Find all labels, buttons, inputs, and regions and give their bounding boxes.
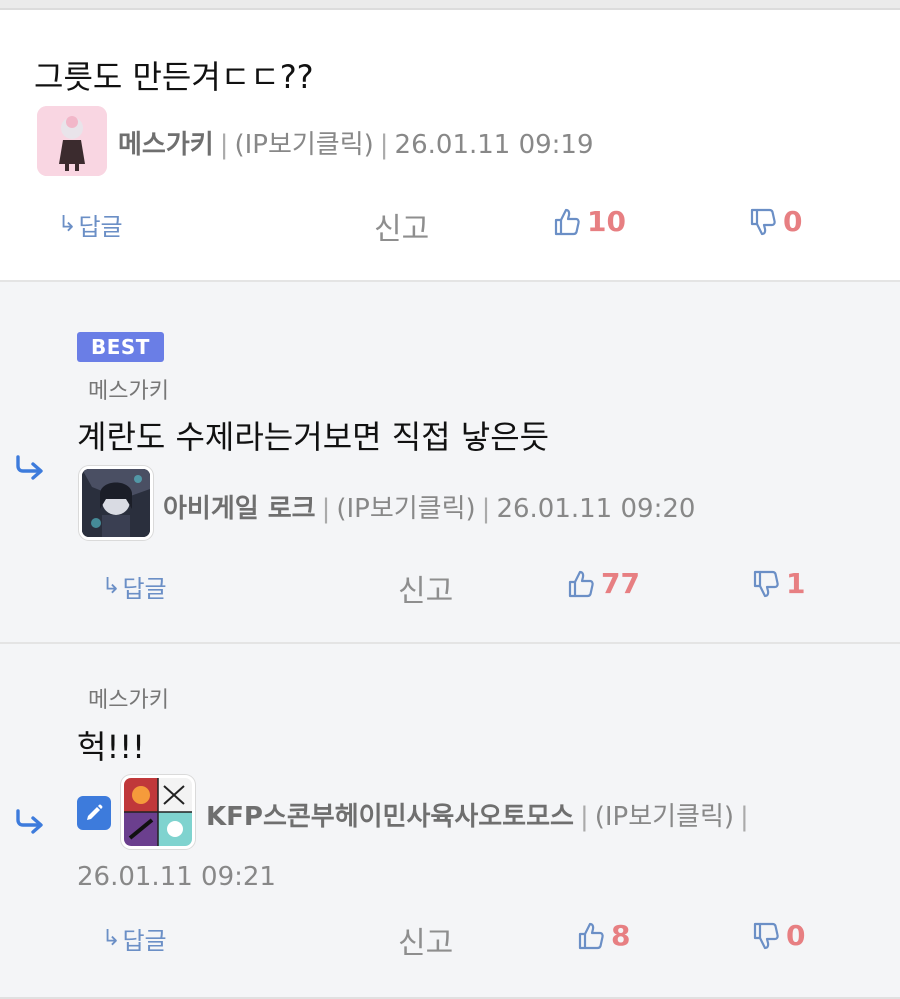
thumbs-up-icon: [568, 570, 594, 597]
reply-arrow-icon: ↳: [102, 574, 121, 599]
author-nickname[interactable]: KFP스콘부헤이민사육사오토모스: [206, 802, 574, 832]
comment-text: 계란도 수제라는거보면 직접 낳은듯: [77, 418, 550, 456]
separator: |: [321, 494, 331, 524]
comment-meta: KFP스콘부헤이민사육사오토모스 | (IP보기클릭) |: [206, 796, 755, 833]
reply-arrow-icon: ↳: [58, 212, 77, 237]
comment-text: 그릇도 만든겨ㄷㄷ??: [34, 58, 314, 96]
author-nickname[interactable]: 메스가키: [118, 130, 214, 160]
comment-meta: 아비게일 로크 | (IP보기클릭) | 26.01.11 09:20: [163, 488, 695, 525]
thumbs-down-icon: [750, 208, 776, 235]
ip-link[interactable]: (IP보기클릭): [595, 802, 734, 832]
like-button[interactable]: 8: [577, 919, 630, 952]
reply-indent-icon: [16, 455, 43, 480]
like-count: 77: [601, 567, 640, 600]
thumbs-down-icon: [753, 922, 779, 949]
avatar-image: [124, 778, 192, 846]
top-divider: [0, 0, 900, 10]
separator: |: [219, 130, 229, 160]
dislike-button[interactable]: 0: [749, 205, 802, 238]
report-button[interactable]: 신고: [398, 918, 453, 962]
pencil-icon: [87, 804, 103, 820]
report-button[interactable]: 신고: [374, 204, 429, 248]
thumbs-up-icon: [578, 922, 604, 949]
report-button[interactable]: 신고: [398, 566, 453, 610]
reply-label: 답글: [122, 927, 167, 955]
comment-item: 그릇도 만든겨ㄷㄷ?? 메스가키 | (IP보기클릭) | 26.01.11 09:19…: [0, 10, 900, 282]
dislike-count: 1: [786, 567, 806, 600]
best-badge: BEST: [77, 332, 164, 362]
separator: |: [379, 130, 389, 160]
dislike-count: 0: [783, 205, 803, 238]
comment-meta: 메스가키 | (IP보기클릭) | 26.01.11 09:19: [118, 124, 594, 161]
reply-button[interactable]: ↳ 답글: [102, 921, 167, 956]
reply-arrow-icon: ↳: [102, 926, 121, 951]
dislike-button[interactable]: 1: [752, 567, 805, 600]
avatar-image: [82, 469, 150, 537]
comment-text: 헉!!!: [77, 728, 145, 766]
reply-mention: 메스가키: [88, 688, 169, 713]
edited-badge: [77, 796, 111, 830]
reply-mention: 메스가키: [88, 379, 169, 404]
like-button[interactable]: 77: [567, 567, 640, 600]
like-count: 8: [611, 919, 631, 952]
avatar[interactable]: [121, 775, 195, 849]
author-nickname[interactable]: 아비게일 로크: [163, 494, 316, 524]
like-button[interactable]: 10: [553, 205, 626, 238]
thumbs-down-icon: [753, 570, 779, 597]
reply-indent-icon: [16, 809, 43, 834]
separator: |: [579, 802, 589, 832]
dislike-button[interactable]: 0: [752, 919, 805, 952]
reply-label: 답글: [122, 575, 167, 603]
comment-date: 26.01.11 09:21: [77, 862, 276, 892]
comment-item-reply: 메스가키 헉!!! KFP스콘부헤이민사육사오토모스 | (IP보기클릭) | 26.…: [0, 644, 900, 999]
ip-link[interactable]: (IP보기클릭): [336, 494, 475, 524]
comment-date: 26.01.11 09:20: [496, 494, 696, 524]
reply-label: 답글: [78, 213, 123, 241]
avatar[interactable]: [79, 466, 153, 540]
avatar[interactable]: [37, 106, 107, 176]
like-count: 10: [587, 205, 626, 238]
separator: |: [740, 802, 749, 832]
comment-item-reply: BEST 메스가키 계란도 수제라는거보면 직접 낳은듯 아비게일 로크 | (IP…: [0, 282, 900, 644]
dislike-count: 0: [786, 919, 806, 952]
separator: |: [481, 494, 491, 524]
ip-link[interactable]: (IP보기클릭): [234, 130, 373, 160]
avatar-image: [37, 106, 107, 176]
reply-button[interactable]: ↳ 답글: [58, 207, 123, 242]
thumbs-up-icon: [554, 208, 580, 235]
reply-button[interactable]: ↳ 답글: [102, 569, 167, 604]
comment-date: 26.01.11 09:19: [394, 130, 594, 160]
